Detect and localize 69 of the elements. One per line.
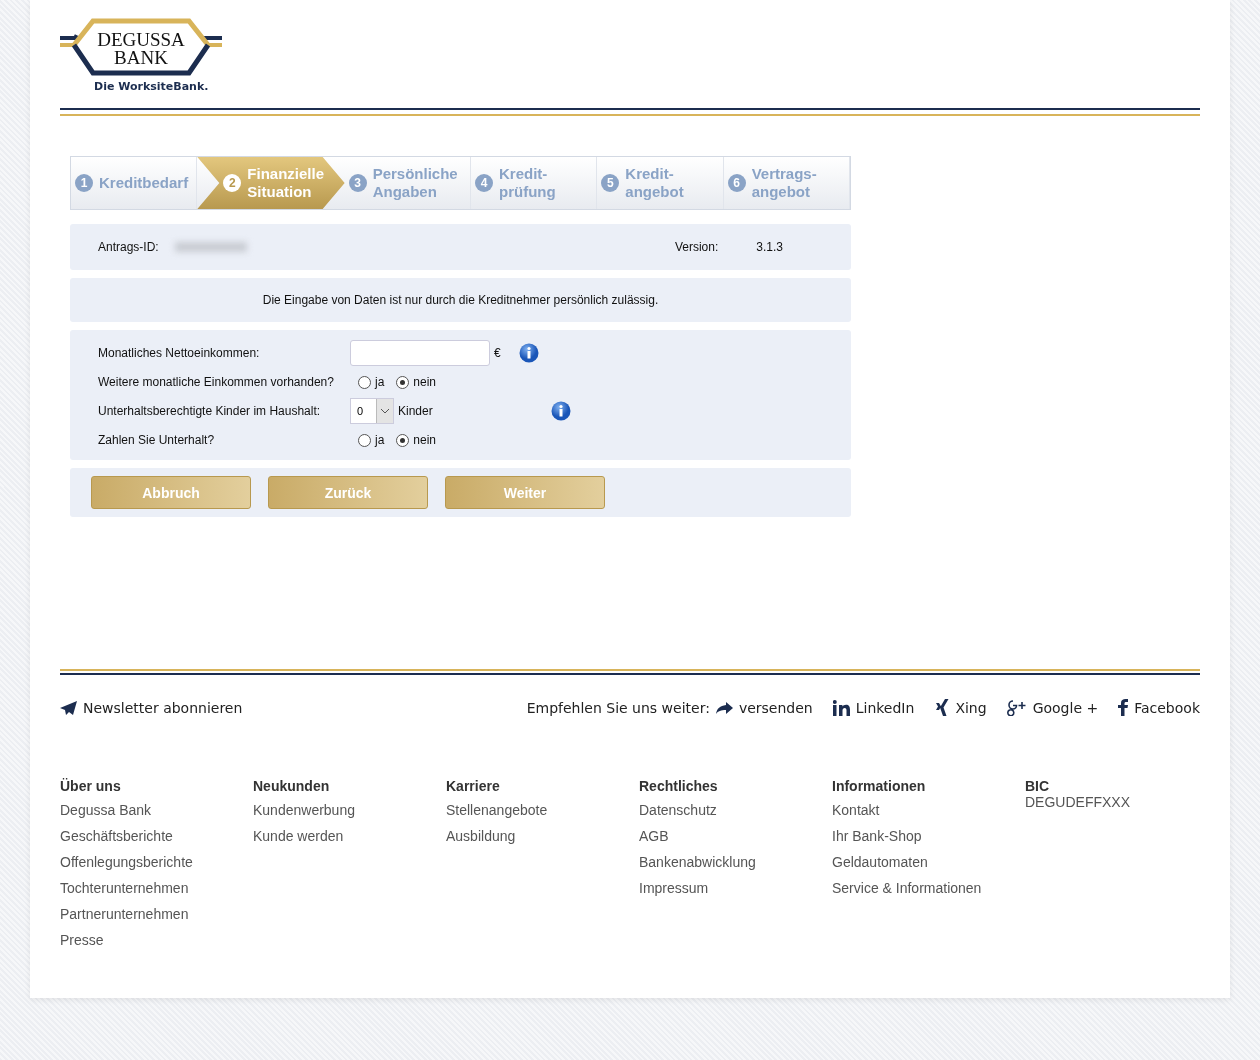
children-select[interactable]: 0 xyxy=(350,398,394,424)
social-link[interactable]: versenden xyxy=(715,699,813,716)
field-label: Weitere monatliche Einkommen vorhanden? xyxy=(98,375,335,389)
footer-link[interactable]: Bankenabwicklung xyxy=(639,853,789,872)
info-icon[interactable] xyxy=(550,401,571,421)
footer-link[interactable]: Geldautomaten xyxy=(832,853,982,872)
unit-label: € xyxy=(494,346,501,360)
radio-label: nein xyxy=(413,375,437,389)
footer-link[interactable]: Tochterunternehmen xyxy=(60,879,210,898)
xing-icon xyxy=(934,699,950,716)
linkedin-icon xyxy=(832,699,850,716)
footer-link[interactable]: Presse xyxy=(60,931,210,950)
step-number: 6 xyxy=(727,174,746,192)
id-label: Antrags-ID: xyxy=(98,240,159,254)
social-link[interactable]: Facebook xyxy=(1118,699,1200,716)
step-number: 3 xyxy=(348,174,367,192)
notice-text: Die Eingabe von Daten ist nur durch die Kreditnehmer persönlich zulässig. xyxy=(262,293,659,307)
degussa-bank-logo[interactable]: DEGUSSA BANK xyxy=(60,18,222,76)
footer-link[interactable]: Impressum xyxy=(639,879,789,898)
google-plus-icon xyxy=(1006,699,1027,716)
radio-label: nein xyxy=(413,433,437,447)
footer-heading: Über uns xyxy=(60,778,122,794)
footer-link[interactable]: Offenlegungsberichte xyxy=(60,853,210,872)
footer-link[interactable]: Partnerunternehmen xyxy=(60,905,210,924)
footer-link[interactable]: Stellenangebote xyxy=(446,801,596,820)
bic-code: DEGUDEFFXXX xyxy=(1025,794,1131,810)
footer-link[interactable]: Kundenwerbung xyxy=(253,801,403,820)
footer-link[interactable]: Degussa Bank xyxy=(60,801,210,820)
footer-heading: Informationen xyxy=(832,778,927,794)
version-value: 3.1.3 xyxy=(756,240,783,254)
share-arrow-icon xyxy=(715,700,733,715)
footer-link[interactable]: Geschäftsberichte xyxy=(60,827,210,846)
footer-link[interactable]: Kontakt xyxy=(832,801,982,820)
step-number: 1 xyxy=(75,174,93,192)
paper-plane-icon xyxy=(60,700,77,715)
footer-link[interactable]: Ausbildung xyxy=(446,827,596,846)
radio-label: ja xyxy=(375,433,385,447)
radio-button[interactable] xyxy=(396,375,410,389)
facebook-icon xyxy=(1118,699,1129,716)
version-label: Version: xyxy=(674,240,719,254)
step-number: 4 xyxy=(475,174,493,192)
social-link[interactable]: Google + xyxy=(1006,699,1099,716)
recommend-label: Empfehlen Sie uns weiter: xyxy=(526,699,710,716)
radio-label: ja xyxy=(375,375,385,389)
footer-heading: Karriere xyxy=(446,778,501,794)
footer-heading: Neukunden xyxy=(253,778,331,794)
radio-button[interactable] xyxy=(358,433,371,447)
field-label: Zahlen Sie Unterhalt? xyxy=(98,433,216,447)
radio-button[interactable] xyxy=(358,375,371,389)
income-input[interactable] xyxy=(350,340,490,366)
step-number: 5 xyxy=(601,174,620,192)
logo-tagline: Die WorksiteBank. xyxy=(94,80,210,93)
social-link[interactable]: Xing xyxy=(934,699,987,716)
info-icon[interactable] xyxy=(518,343,539,363)
footer-link[interactable]: Service & Informationen xyxy=(832,879,982,898)
footer-link[interactable]: Datenschutz xyxy=(639,801,789,820)
footer-link[interactable]: Ihr Bank-Shop xyxy=(832,827,982,846)
caret-icon xyxy=(381,408,389,414)
field-label: Unterhaltsberechtigte Kinder im Haushalt: xyxy=(98,404,322,418)
footer-link[interactable]: Kunde werden xyxy=(253,827,403,846)
step-number: 2 xyxy=(223,174,242,192)
social-link[interactable]: LinkedIn xyxy=(832,699,915,716)
footer-heading: Rechtliches xyxy=(639,778,719,794)
footer-link[interactable]: AGB xyxy=(639,827,789,846)
field-label: Monatliches Nettoeinkommen: xyxy=(98,346,261,360)
unit-label: Kinder xyxy=(398,404,433,418)
newsletter-link[interactable]: Newsletter abonnieren xyxy=(60,699,243,716)
footer-heading: BIC xyxy=(1025,778,1051,794)
radio-button[interactable] xyxy=(396,433,410,447)
